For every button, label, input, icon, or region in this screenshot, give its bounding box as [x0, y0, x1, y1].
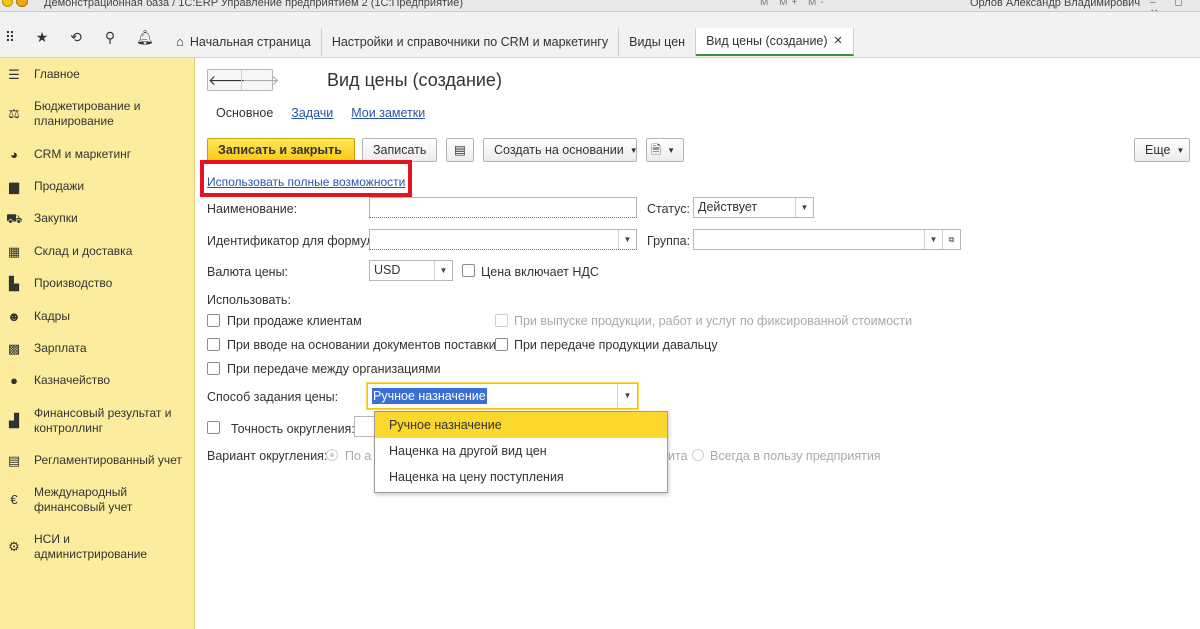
use-between-orgs-label: При передаче между организациями [227, 362, 441, 376]
subtab-tasks[interactable]: Задачи [291, 106, 333, 120]
tab-crm-settings[interactable]: Настройки и справочники по CRM и маркети… [321, 28, 620, 56]
chevron-down-icon[interactable]: ▼ [618, 230, 636, 249]
window-controls[interactable]: – ◻ ✕ [1150, 0, 1200, 11]
form-area: 🡐 🡒 Вид цены (создание) Основное Задачи … [196, 58, 1200, 629]
print-icon: 🗎 [651, 143, 662, 157]
star-icon[interactable]: ★ [34, 29, 50, 45]
currency-select[interactable]: USD ▼ [369, 260, 453, 281]
factory-icon: ▙ [9, 276, 19, 291]
subtab-notes[interactable]: Мои заметки [351, 106, 425, 120]
history-icon[interactable]: ⟲ [68, 29, 84, 45]
chevron-down-icon[interactable]: ▼ [434, 261, 452, 280]
app-logo-icon [2, 0, 13, 7]
use-fixed-cost-checkbox[interactable] [495, 314, 508, 327]
use-processor-checkbox[interactable] [495, 338, 508, 351]
save-close-button[interactable]: Записать и закрыть [207, 138, 355, 162]
rounding-option-2: ита [668, 449, 688, 463]
price-method-dropdown: Ручное назначение Наценка на другой вид … [374, 411, 668, 493]
budget-icon: ⚖ [8, 106, 20, 121]
dropdown-option-markup-other[interactable]: Наценка на другой вид цен [375, 438, 667, 464]
form-subtabs: Основное Задачи Мои заметки [216, 106, 425, 120]
warehouse-icon: ▦ [7, 244, 21, 259]
user-name[interactable]: Орлов Александр Владимирович [970, 0, 1140, 9]
rounding-option-3: Всегда в пользу предприятия [710, 449, 881, 463]
chevron-down-icon[interactable]: ▼ [617, 384, 637, 408]
menu-icon: ☰ [8, 67, 20, 82]
memory-buttons[interactable]: M M+ M- [760, 0, 828, 8]
subtab-main[interactable]: Основное [216, 106, 273, 120]
chevron-down-icon: ▼ [667, 146, 675, 155]
highlight-box [200, 160, 412, 197]
group-label: Группа: [647, 234, 691, 248]
name-label: Наименование: [207, 202, 298, 216]
use-label: Использовать: [207, 293, 291, 307]
top-toolbar: ⠿ ★ ⟲ ⚲ 🔔︎ ⌂ Начальная страница Настройки… [0, 12, 1200, 58]
pie-chart-icon: ◕ [10, 147, 18, 162]
chevron-down-icon: ▼ [1176, 146, 1185, 155]
open-icon[interactable]: ⧉ [942, 230, 960, 249]
use-sales-checkbox[interactable] [207, 314, 220, 327]
report-button[interactable]: ▤ [446, 138, 474, 162]
nav-buttons: 🡐 🡒 [207, 69, 280, 91]
home-icon: ⌂ [176, 34, 184, 49]
tab-price-types[interactable]: Виды цен [619, 28, 697, 56]
chevron-down-icon[interactable]: ▼ [795, 198, 813, 217]
document-list-icon: ▤ [454, 143, 466, 157]
status-label: Статус: [647, 202, 690, 216]
use-processor-label: При передаче продукции давальцу [514, 338, 718, 352]
group-input[interactable]: ▼ ⧉ [693, 229, 961, 250]
calculator-icon: ▩ [7, 341, 21, 356]
coin-icon: ● [10, 373, 18, 388]
rounding-variant-label: Вариант округления: [207, 449, 328, 463]
rounding-radio-1[interactable] [326, 449, 338, 461]
people-icon: ☻ [7, 309, 21, 324]
cart-icon: ⛟ [6, 211, 23, 226]
use-supply-docs-checkbox[interactable] [207, 338, 220, 351]
dropdown-option-manual[interactable]: Ручное назначение [375, 412, 667, 438]
app-menu-icon[interactable] [16, 0, 28, 7]
print-button[interactable]: 🗎 ▼ [646, 138, 684, 162]
search-icon[interactable]: ⚲ [102, 29, 118, 45]
use-supply-docs-label: При вводе на основании документов постав… [227, 338, 496, 352]
window-title: Демонстрационная база / 1С:ERP Управлени… [44, 0, 463, 9]
bag-icon: ▆ [9, 179, 19, 194]
dropdown-option-markup-receipt[interactable]: Наценка на цену поступления [375, 464, 667, 490]
rounding-radio-3[interactable] [692, 449, 704, 461]
save-button[interactable]: Записать [362, 138, 437, 162]
ledger-icon: ▤ [7, 453, 21, 468]
tab-home[interactable]: ⌂ Начальная страница [166, 28, 322, 56]
bar-chart-icon: ▟ [9, 413, 19, 428]
gear-icon: ⚙ [8, 539, 20, 554]
create-based-button[interactable]: Создать на основании ▼ [483, 138, 638, 162]
price-method-select[interactable]: Ручное назначение ▼ [367, 383, 638, 409]
vat-checkbox[interactable] [462, 264, 475, 277]
open-tabs: ⌂ Начальная страница Настройки и справочн… [166, 28, 854, 58]
close-icon[interactable]: ✕ [834, 27, 843, 55]
more-button[interactable]: Еще ▼ [1134, 138, 1190, 162]
chevron-down-icon[interactable]: ▼ [924, 230, 942, 249]
vat-label: Цена включает НДС [481, 265, 599, 279]
use-sales-label: При продаже клиентам [227, 314, 362, 328]
window-title-bar: Демонстрационная база / 1С:ERP Управлени… [0, 0, 1200, 12]
grid-icon[interactable]: ⠿ [2, 29, 18, 45]
currency-icon: € [10, 492, 18, 507]
formula-id-label: Идентификатор для формул: [207, 234, 377, 248]
rounding-checkbox[interactable] [207, 421, 220, 434]
use-fixed-cost-label: При выпуске продукции, работ и услуг по … [514, 314, 913, 328]
formula-id-input[interactable]: ▼ [369, 229, 637, 250]
price-method-label: Способ задания цены: [207, 390, 339, 404]
sidebar: ☰ Главное ⚖ Бюджетирование и планировани… [0, 58, 195, 629]
name-input[interactable] [369, 197, 637, 218]
bell-icon[interactable]: 🔔︎ [136, 29, 154, 45]
chevron-down-icon: ▼ [629, 146, 638, 155]
rounding-option-1: По а [345, 449, 372, 463]
back-button[interactable]: 🡐 [208, 70, 246, 90]
tab-price-type-create[interactable]: Вид цены (создание) ✕ [696, 28, 854, 56]
page-title: Вид цены (создание) [327, 70, 502, 90]
currency-label: Валюта цены: [207, 265, 289, 279]
status-select[interactable]: Действует ▼ [693, 197, 814, 218]
use-between-orgs-checkbox[interactable] [207, 362, 220, 375]
forward-button[interactable]: 🡒 [241, 70, 280, 90]
rounding-label: Точность округления: [231, 422, 355, 436]
